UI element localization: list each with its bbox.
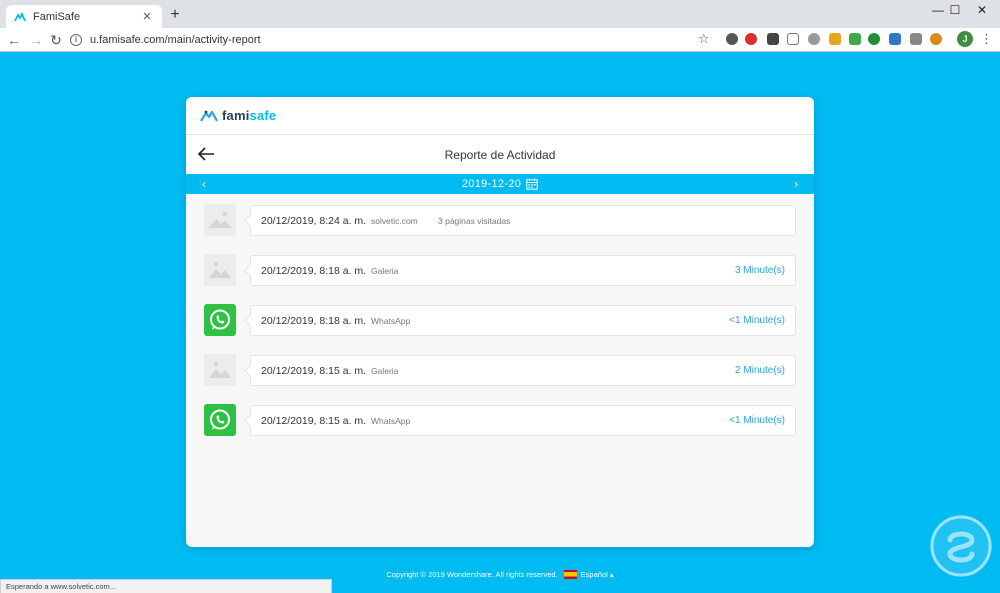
- address-bar[interactable]: i u.famisafe.com/main/activity-report: [70, 30, 720, 50]
- adblock-extension-icon[interactable]: [745, 33, 757, 45]
- activity-duration: <1 Minute(s): [729, 415, 785, 426]
- browser-chrome: FamiSafe ✕ + — ☐ ✕ ← → ↻ i u.famisafe.co…: [0, 0, 1000, 52]
- activity-bubble: 20/12/2019, 8:24 a. m. solvetic.com 3 pá…: [250, 205, 796, 236]
- logo-text-prefix: fami: [222, 108, 250, 123]
- activity-time: 20/12/2019, 8:18 a. m.: [261, 314, 367, 327]
- close-window-icon[interactable]: ✕: [965, 0, 999, 22]
- activity-report-card: famisafe Reporte de Actividad ‹ 2019-12-…: [186, 97, 814, 547]
- back-arrow-icon[interactable]: [196, 145, 216, 163]
- title-bar: Reporte de Actividad: [186, 135, 814, 174]
- activity-app: solvetic.com: [371, 215, 418, 226]
- extension-icon[interactable]: [726, 33, 738, 45]
- activity-app: Galeria: [371, 265, 399, 276]
- spain-flag-icon: [563, 569, 577, 579]
- activity-duration: <1 Minute(s): [729, 315, 785, 326]
- back-icon[interactable]: ←: [4, 30, 24, 50]
- activity-detail: 3 páginas visitadas: [438, 215, 511, 226]
- gallery-placeholder-icon: [204, 254, 236, 286]
- extension-icon[interactable]: [849, 33, 861, 45]
- site-info-icon[interactable]: i: [70, 34, 82, 46]
- bookmark-star-icon[interactable]: ☆: [698, 31, 710, 47]
- activity-app: WhatsApp: [371, 315, 411, 326]
- logo-text-suffix: safe: [249, 108, 277, 123]
- whatsapp-icon: [204, 404, 236, 436]
- url-text: u.famisafe.com/main/activity-report: [90, 34, 261, 46]
- browser-toolbar: ← → ↻ i u.famisafe.com/main/activity-rep…: [0, 28, 1000, 52]
- new-tab-button[interactable]: +: [166, 6, 184, 24]
- famisafe-logo-icon: [200, 110, 218, 122]
- logo-bar: famisafe: [186, 97, 814, 135]
- activity-time: 20/12/2019, 8:15 a. m.: [261, 364, 367, 377]
- activity-bubble: 20/12/2019, 8:15 a. m. WhatsApp <1 Minut…: [250, 405, 796, 436]
- activity-row[interactable]: 20/12/2019, 8:18 a. m. WhatsApp <1 Minut…: [186, 302, 814, 340]
- browser-status-bar: Esperando a www.solvetic.com...: [0, 579, 332, 593]
- reload-icon[interactable]: ↻: [46, 30, 66, 50]
- profile-avatar[interactable]: J: [957, 31, 973, 47]
- solvetic-watermark-icon: [930, 515, 992, 577]
- extension-icon[interactable]: [787, 33, 799, 45]
- browser-menu-icon[interactable]: ⋮: [980, 31, 993, 47]
- language-label: Español: [580, 569, 608, 579]
- tab-strip: FamiSafe ✕ + — ☐ ✕: [0, 0, 1000, 28]
- tab-famisafe[interactable]: FamiSafe ✕: [6, 5, 162, 28]
- activity-bubble: 20/12/2019, 8:18 a. m. Galeria 3 Minute(…: [250, 255, 796, 286]
- famisafe-logo[interactable]: famisafe: [200, 108, 276, 123]
- activity-row[interactable]: 20/12/2019, 8:24 a. m. solvetic.com 3 pá…: [186, 202, 814, 240]
- activity-bubble: 20/12/2019, 8:15 a. m. Galeria 2 Minute(…: [250, 355, 796, 386]
- activity-time: 20/12/2019, 8:24 a. m.: [261, 214, 367, 227]
- activity-row[interactable]: 20/12/2019, 8:18 a. m. Galeria 3 Minute(…: [186, 252, 814, 290]
- calendar-icon[interactable]: [526, 178, 538, 190]
- extension-icon[interactable]: [829, 33, 841, 45]
- activity-time: 20/12/2019, 8:18 a. m.: [261, 264, 367, 277]
- copyright-text: Copyright © 2019 Wondershare. All rights…: [386, 569, 558, 579]
- extension-icon[interactable]: [767, 33, 779, 45]
- image-placeholder-icon: [204, 204, 236, 236]
- activity-duration: 2 Minute(s): [734, 365, 785, 376]
- activity-app: Galeria: [371, 365, 399, 376]
- caret-up-icon: ▴: [609, 569, 614, 579]
- activity-row[interactable]: 20/12/2019, 8:15 a. m. Galeria 2 Minute(…: [186, 352, 814, 390]
- extension-icon[interactable]: [808, 33, 820, 45]
- tab-close-icon[interactable]: ✕: [140, 10, 154, 23]
- extension-icon[interactable]: [868, 33, 880, 45]
- forward-icon[interactable]: →: [26, 30, 46, 50]
- language-selector[interactable]: Español ▴: [581, 570, 614, 579]
- extension-icon[interactable]: [910, 33, 922, 45]
- activity-duration: 3 Minute(s): [734, 265, 785, 276]
- gallery-placeholder-icon: [204, 354, 236, 386]
- extension-icon[interactable]: [930, 33, 942, 45]
- whatsapp-icon: [204, 304, 236, 336]
- previous-day-icon[interactable]: ‹: [196, 175, 212, 193]
- next-day-icon[interactable]: ›: [788, 175, 804, 193]
- selected-date[interactable]: 2019-12-20: [462, 178, 521, 190]
- tab-title: FamiSafe: [33, 10, 81, 23]
- activity-bubble: 20/12/2019, 8:18 a. m. WhatsApp <1 Minut…: [250, 305, 796, 336]
- activity-row[interactable]: 20/12/2019, 8:15 a. m. WhatsApp <1 Minut…: [186, 402, 814, 440]
- extension-icon[interactable]: [889, 33, 901, 45]
- page-title: Reporte de Actividad: [444, 147, 556, 162]
- activity-time: 20/12/2019, 8:15 a. m.: [261, 414, 367, 427]
- date-navigator: ‹ 2019-12-20 ›: [186, 174, 814, 194]
- famisafe-favicon-icon: [14, 11, 26, 23]
- activity-app: WhatsApp: [371, 415, 411, 426]
